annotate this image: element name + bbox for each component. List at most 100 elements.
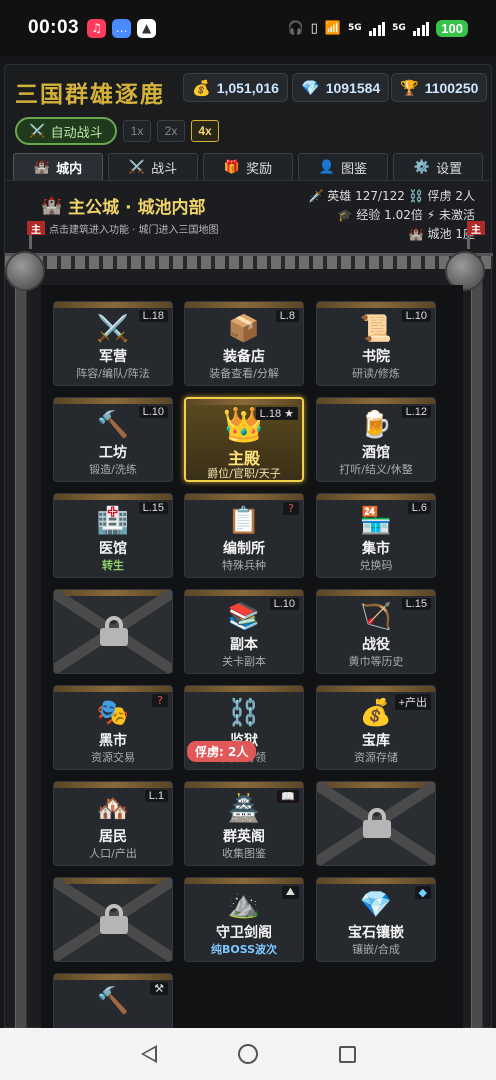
- city-title: 🏰 主公城 · 城池内部: [41, 193, 205, 219]
- building-market[interactable]: 🏪 L.6 集市 兑换码: [316, 493, 436, 578]
- status-bar: 00:03 ♫ … ▲ 🎧 ▯ 📶 5G 5G 100: [0, 0, 496, 56]
- building-name: 酒馆: [362, 445, 390, 461]
- network-label-1: 5G: [347, 23, 362, 33]
- building-tavern[interactable]: 🍺 L.12 酒馆 打听/结义/休整: [316, 397, 436, 482]
- building-locked[interactable]: [53, 877, 173, 962]
- wall-side-left: [15, 281, 27, 1028]
- building-name: 军营: [99, 349, 127, 365]
- building-residents[interactable]: 🏘️ L.1 居民 人口/产出: [53, 781, 173, 866]
- building-desc: 阵容/编队/阵法: [76, 367, 150, 380]
- building-forge[interactable]: 🔨 ⚒: [53, 973, 173, 1028]
- city-wall: [5, 253, 493, 269]
- gold-value: 1,051,016: [216, 79, 279, 96]
- building-level: L.15: [138, 502, 168, 514]
- tab-rewards[interactable]: 🎁 奖励: [203, 153, 293, 181]
- building-desc: 纯BOSS波次: [210, 943, 278, 956]
- city-subtitle: 点击建筑进入功能 · 城门进入三国地图: [49, 225, 219, 236]
- building-treasury[interactable]: 💰 +产出 宝库 资源存储: [316, 685, 436, 770]
- lightning-icon: ⚡: [426, 208, 436, 222]
- image-warning-icon: ▲: [137, 18, 157, 38]
- building-name: 工坊: [99, 445, 127, 461]
- diamond-icon: 💎: [301, 79, 320, 97]
- tab-codex[interactable]: 👤 图鉴: [298, 153, 388, 181]
- auto-battle-button[interactable]: ⚔️ 自动战斗: [15, 117, 117, 145]
- castle-icon: 🏰: [33, 159, 51, 175]
- tab-rewards-label: 奖励: [246, 161, 273, 177]
- building-name: 宝库: [362, 733, 390, 749]
- building-name: 战役: [362, 637, 390, 653]
- building-level: L.6: [407, 502, 431, 514]
- building-workshop[interactable]: 🔨 L.10 工坊 锻造/洗练: [53, 397, 173, 482]
- person-icon: 👤: [318, 159, 336, 175]
- prisoner-count: 俘虏 2人: [427, 189, 475, 203]
- battery-icon: 100: [436, 19, 468, 37]
- gem-value: 1091584: [325, 79, 381, 96]
- hero-count: 英雄 127/122: [327, 189, 405, 203]
- tab-settings-label: 设置: [436, 161, 463, 177]
- chain-icon: ⛓️: [408, 189, 424, 203]
- building-formation-office[interactable]: 📋 ? 编制所 特殊兵种: [184, 493, 304, 578]
- building-academy[interactable]: 📜 L.10 书院 研读/修炼: [316, 301, 436, 386]
- gift-icon: 🎁: [223, 159, 241, 175]
- building-main-hall[interactable]: 👑 L.18 ★ 主殿 爵位/官职/天子: [184, 397, 304, 482]
- back-icon[interactable]: [140, 1045, 157, 1063]
- building-campaign[interactable]: 🏹 L.15 战役 黄巾等历史: [316, 589, 436, 674]
- building-desc: 资源交易: [91, 751, 135, 764]
- building-name: 黑市: [99, 733, 127, 749]
- building-locked[interactable]: [316, 781, 436, 866]
- building-equipment-shop[interactable]: 📦 L.8 装备店 装备查看/分解: [184, 301, 304, 386]
- building-level: L.10: [269, 598, 299, 610]
- building-name: 群英阁: [223, 829, 265, 845]
- speed-1x-button[interactable]: 1x: [123, 120, 151, 142]
- building-name: 宝石镶嵌: [348, 925, 404, 941]
- auto-battle-label: 自动战斗: [50, 125, 103, 141]
- building-desc: 锻造/洗练: [89, 463, 137, 476]
- building-name: 医馆: [99, 541, 127, 557]
- tab-city-label: 城内: [56, 161, 83, 177]
- flag-right: 主: [467, 221, 485, 236]
- chain-icon: ⛓️: [227, 698, 261, 728]
- signal-icon-2: [412, 21, 430, 36]
- swords-icon: ⚔️: [29, 123, 46, 139]
- building-desc: 人口/产出: [89, 847, 137, 860]
- building-desc: 黄巾等历史: [348, 655, 404, 668]
- building-black-market[interactable]: 🎭 ? 黑市 资源交易: [53, 685, 173, 770]
- trophy-value: 1100250: [424, 79, 479, 96]
- tools-badge-icon: ⚒: [150, 982, 168, 995]
- sword-icon: 🗡️: [308, 189, 324, 203]
- tab-battle[interactable]: ⚔️ 战斗: [108, 153, 198, 181]
- tab-city[interactable]: 🏰 城内: [13, 153, 103, 181]
- building-desc: 兑换码: [359, 559, 393, 572]
- building-locked[interactable]: [53, 589, 173, 674]
- signal-icon-1: [368, 21, 386, 36]
- book-badge-icon: 📖: [277, 790, 299, 803]
- building-level: L.10: [138, 406, 168, 418]
- swords-icon: ⚔️: [128, 159, 146, 175]
- building-level: L.10: [401, 310, 431, 322]
- message-app-icon: …: [112, 18, 132, 38]
- building-clinic[interactable]: 🏥 L.15 医馆 转生: [53, 493, 173, 578]
- building-level: L.8: [275, 310, 299, 322]
- building-name: 守卫剑阁: [216, 925, 272, 941]
- building-gem-inlay[interactable]: 💎 ◆ 宝石镶嵌 镶嵌/合成: [316, 877, 436, 962]
- recent-apps-icon[interactable]: [338, 1045, 356, 1063]
- tab-settings[interactable]: ⚙️ 设置: [393, 153, 483, 181]
- tab-codex-label: 图鉴: [341, 161, 368, 177]
- building-barracks[interactable]: ⚔️ L.18 军营 阵容/编队/阵法: [53, 301, 173, 386]
- speed-2x-button[interactable]: 2x: [157, 120, 185, 142]
- system-nav-bar: [0, 1028, 496, 1080]
- building-desc: 打听/结义/休整: [339, 463, 413, 476]
- building-desc: 特殊兵种: [222, 559, 266, 572]
- wall-side-right: [471, 281, 483, 1028]
- gold-resource: 💰 1,051,016: [183, 73, 288, 102]
- gear-icon: ⚙️: [413, 159, 431, 175]
- home-icon[interactable]: [237, 1044, 258, 1064]
- flag-left: 主: [27, 221, 45, 236]
- speed-4x-button[interactable]: 4x: [191, 120, 219, 142]
- building-dungeon[interactable]: 📚 L.10 副本 关卡副本: [184, 589, 304, 674]
- production-badge: +产出: [394, 694, 431, 710]
- building-jiange-defense[interactable]: ⛰️ ⛰ 守卫剑阁 纯BOSS波次: [184, 877, 304, 962]
- castle-icon: 🏰: [41, 195, 63, 216]
- building-hero-hall[interactable]: 🏯 📖 群英阁 收集图鉴: [184, 781, 304, 866]
- lock-icon: [100, 616, 128, 646]
